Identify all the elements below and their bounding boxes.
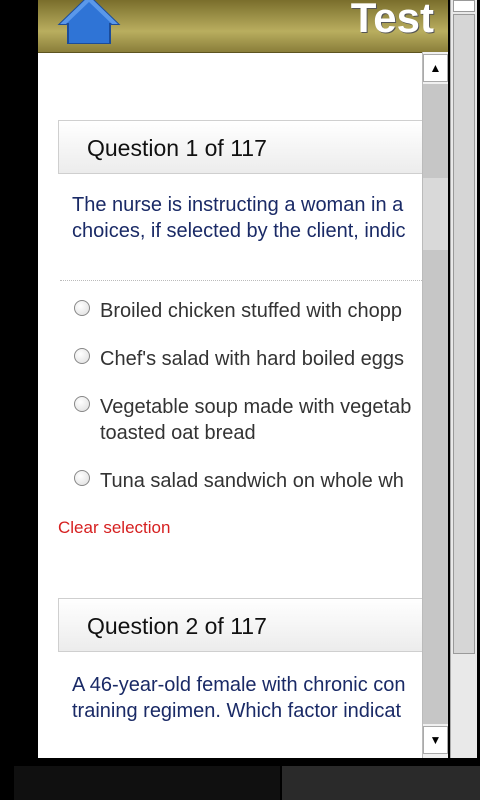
question-1-heading: Question 1 of 117 [87, 135, 267, 161]
bottom-bar-right [282, 766, 480, 800]
outer-scrollbar-thumb[interactable] [453, 14, 475, 654]
scroll-up-arrow-icon[interactable]: ▲ [423, 54, 448, 82]
device-bezel-bottom [0, 758, 480, 800]
answer-option-label: Vegetable soup made with vegetab toasted… [100, 396, 412, 444]
device-bezel-left [0, 0, 38, 800]
radio-button[interactable] [74, 470, 90, 486]
question-2-heading: Question 2 of 117 [87, 613, 267, 639]
radio-button[interactable] [74, 300, 90, 316]
radio-button[interactable] [74, 348, 90, 364]
page-title: Test [350, 0, 434, 41]
question-2-text-line-2: training regimen. Which factor indicat [72, 700, 402, 722]
question-1-header: Question 1 of 117 [58, 120, 422, 174]
scrollbar-track[interactable] [423, 84, 448, 724]
question-1-text-line-1: The nurse is instructing a woman in a [72, 194, 404, 216]
radio-button[interactable] [74, 396, 90, 412]
app-window: Test Question 1 of 117 The nurse is inst… [38, 0, 448, 758]
bottom-bar-left [14, 766, 280, 800]
question-1-text-line-2: choices, if selected by the client, indi… [72, 220, 406, 242]
question-2-header: Question 2 of 117 [58, 598, 422, 652]
scrollbar-thumb[interactable] [423, 178, 448, 250]
home-icon[interactable] [56, 0, 122, 44]
header-bar: Test [38, 0, 448, 53]
question-2-text-line-1: A 46-year-old female with chronic con [72, 674, 406, 696]
scroll-down-arrow-icon[interactable]: ▼ [423, 726, 448, 754]
outer-scrollbar-cap[interactable] [453, 0, 475, 12]
content-scrollbar[interactable]: ▲ ▼ [422, 52, 448, 758]
divider [60, 280, 422, 281]
answer-option-label: Chef's salad with hard boiled eggs [100, 348, 405, 370]
answer-option-label: Tuna salad sandwich on whole wh [100, 470, 404, 492]
question-list: Question 1 of 117 The nurse is instructi… [38, 52, 422, 758]
clear-selection-link[interactable]: Clear selection [58, 518, 170, 538]
answer-option-label: Broiled chicken stuffed with chopp [100, 300, 403, 322]
outer-scrollbar[interactable] [450, 0, 477, 758]
